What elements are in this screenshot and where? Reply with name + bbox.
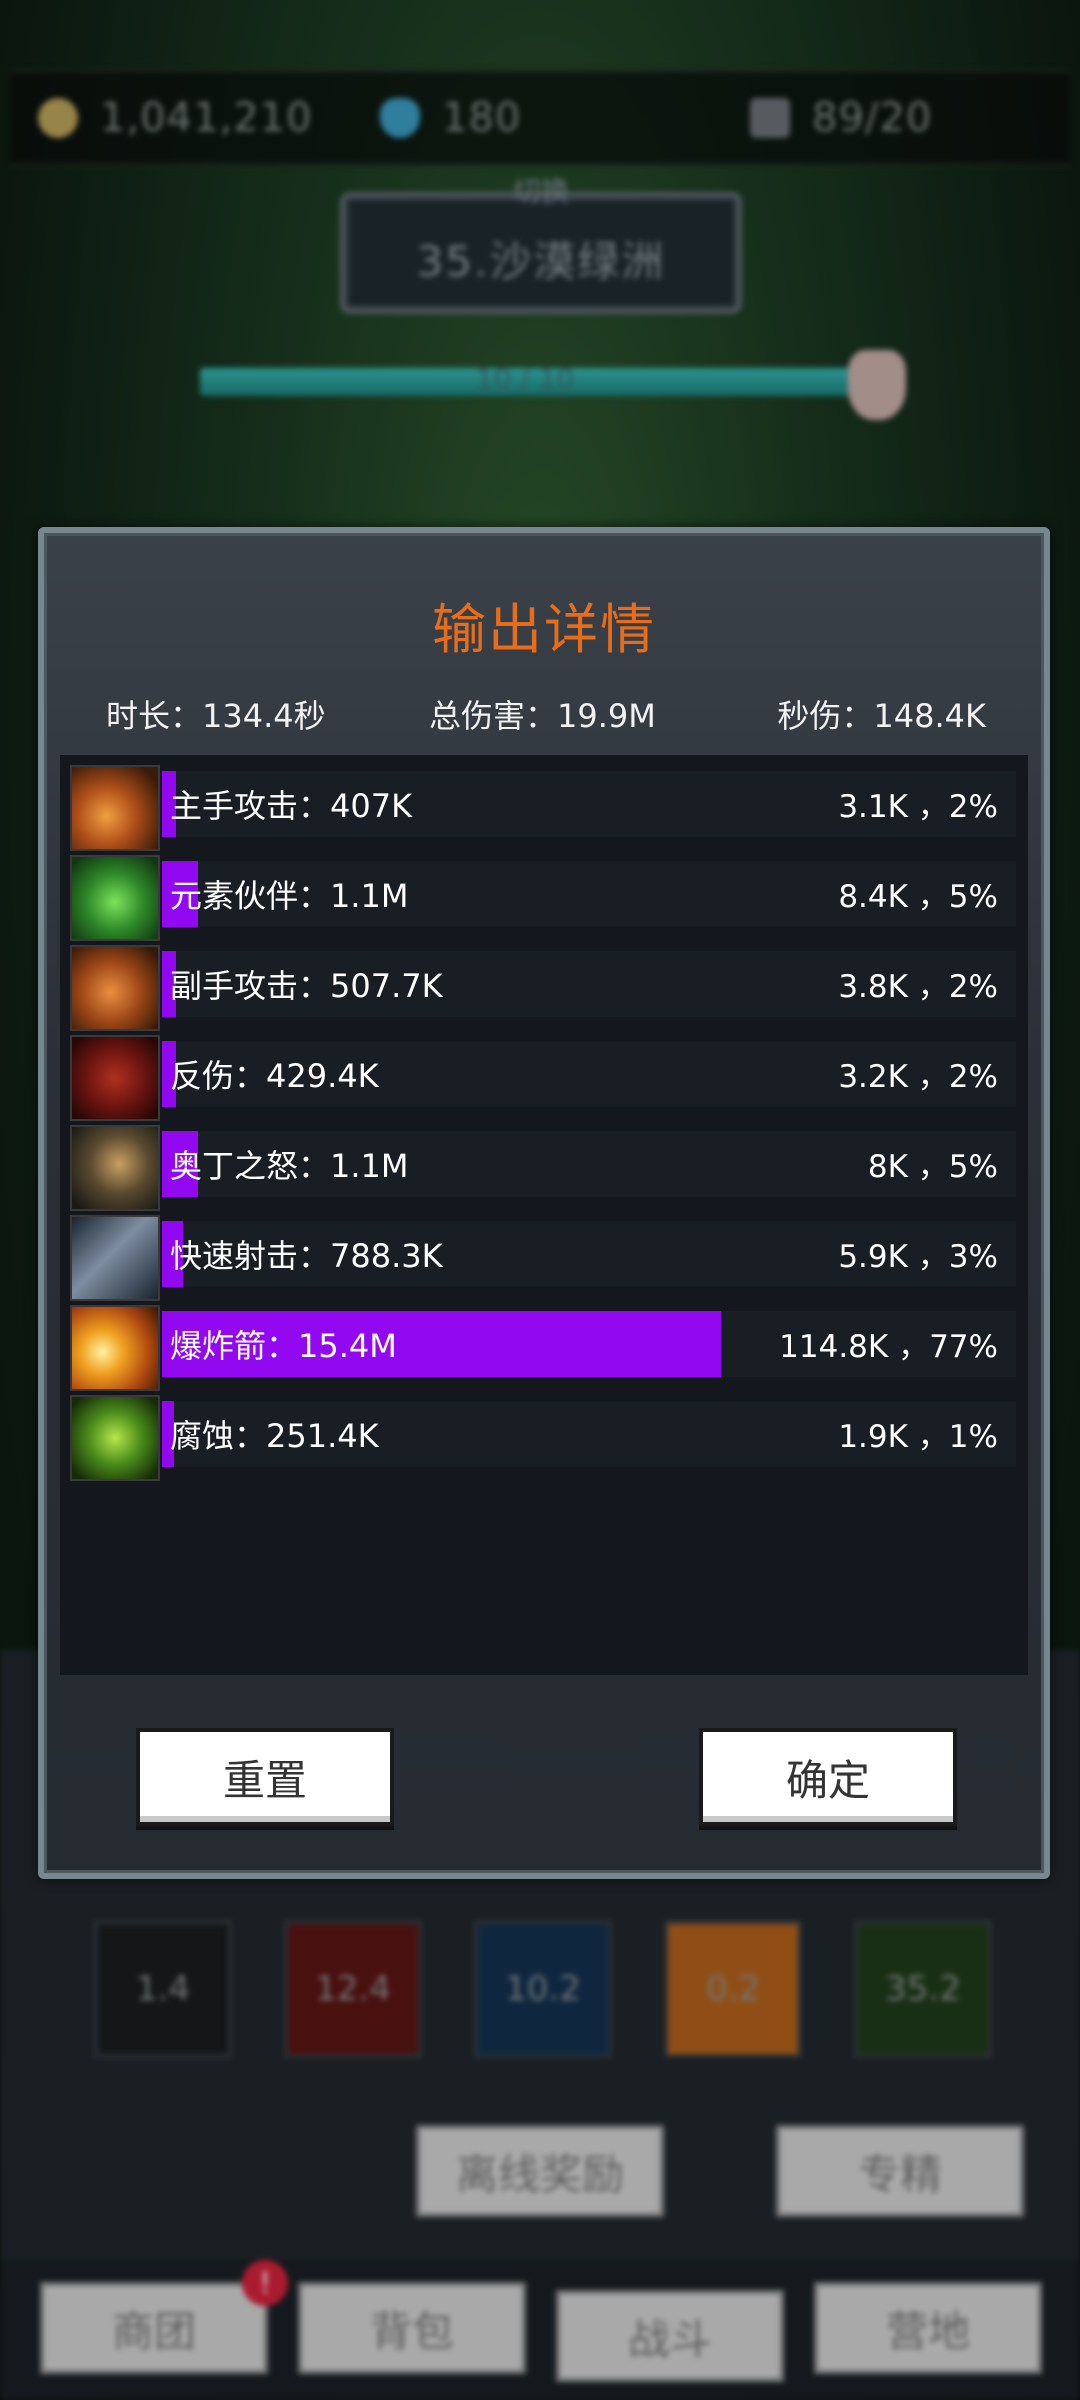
reset-button[interactable]: 重置 bbox=[136, 1728, 394, 1826]
total-damage-stat: 总伤害：19.9M bbox=[429, 691, 656, 741]
damage-row-name: 奥丁之怒：1.1M bbox=[170, 1147, 409, 1185]
damage-share-track: 元素伙伴：1.1M 8.4K ，5% bbox=[162, 861, 1016, 927]
damage-share-track: 腐蚀：251.4K 1.9K ，1% bbox=[162, 1401, 1016, 1467]
hammer-icon bbox=[70, 1125, 160, 1211]
damage-share-track: 副手攻击：507.7K 3.8K ，2% bbox=[162, 951, 1016, 1017]
total-damage-value: 19.9M bbox=[557, 697, 656, 735]
duration-stat: 时长：134.4秒 bbox=[106, 691, 326, 741]
game-screen: 1,041,210 180 89/20 切换 35.沙漠绿洲 10 / 10 1… bbox=[0, 0, 1080, 2400]
thorns-icon bbox=[70, 1035, 160, 1121]
dialog-title: 输出详情 bbox=[432, 598, 656, 661]
damage-row: 反伤：429.4K 3.2K ，2% bbox=[70, 1035, 1016, 1121]
damage-share-track: 爆炸箭：15.4M 114.8K ，77% bbox=[162, 1311, 1016, 1377]
total-damage-label: 总伤害： bbox=[429, 697, 558, 735]
explosive-arrow-icon bbox=[70, 1305, 160, 1391]
paw-icon bbox=[70, 855, 160, 941]
damage-row: 腐蚀：251.4K 1.9K ，1% bbox=[70, 1395, 1016, 1481]
damage-row-dps-share: 5.9K ，3% bbox=[838, 1239, 998, 1275]
confirm-button[interactable]: 确定 bbox=[699, 1728, 957, 1826]
damage-row-name: 副手攻击：507.7K bbox=[170, 967, 443, 1005]
damage-row-dps-share: 114.8K ，77% bbox=[779, 1329, 998, 1365]
damage-row: 副手攻击：507.7K 3.8K ，2% bbox=[70, 945, 1016, 1031]
damage-row-name: 腐蚀：251.4K bbox=[170, 1417, 379, 1455]
damage-row-name: 爆炸箭：15.4M bbox=[170, 1327, 397, 1365]
arrowhead-icon bbox=[70, 1215, 160, 1301]
skull-icon bbox=[70, 1395, 160, 1481]
offhand-sword-icon bbox=[70, 945, 160, 1031]
dps-value: 148.4K bbox=[873, 697, 986, 735]
sword-icon bbox=[70, 765, 160, 851]
duration-label: 时长： bbox=[106, 697, 203, 735]
damage-row: 主手攻击：407K 3.1K ，2% bbox=[70, 765, 1016, 851]
damage-row-dps-share: 8.4K ，5% bbox=[838, 879, 998, 915]
damage-row-name: 反伤：429.4K bbox=[170, 1057, 379, 1095]
dps-label: 秒伤： bbox=[777, 697, 874, 735]
damage-details-dialog: 输出详情 时长：134.4秒 总伤害：19.9M 秒伤：148.4K 主手攻击：… bbox=[38, 527, 1050, 1879]
damage-row: 奥丁之怒：1.1M 8K ，5% bbox=[70, 1125, 1016, 1211]
damage-row: 快速射击：788.3K 5.9K ，3% bbox=[70, 1215, 1016, 1301]
damage-row-dps-share: 3.8K ，2% bbox=[838, 969, 998, 1005]
damage-share-track: 快速射击：788.3K 5.9K ，3% bbox=[162, 1221, 1016, 1287]
damage-share-track: 反伤：429.4K 3.2K ，2% bbox=[162, 1041, 1016, 1107]
damage-row-dps-share: 8K ，5% bbox=[867, 1149, 998, 1185]
dps-stat: 秒伤：148.4K bbox=[777, 691, 986, 741]
damage-row-dps-share: 3.1K ，2% bbox=[838, 789, 998, 825]
damage-row: 元素伙伴：1.1M 8.4K ，5% bbox=[70, 855, 1016, 941]
duration-value: 134.4秒 bbox=[202, 697, 326, 735]
damage-row-name: 快速射击：788.3K bbox=[170, 1237, 443, 1275]
damage-row-name: 主手攻击：407K bbox=[170, 787, 413, 825]
damage-row-name: 元素伙伴：1.1M bbox=[170, 877, 409, 915]
damage-row-dps-share: 3.2K ，2% bbox=[838, 1059, 998, 1095]
damage-row-dps-share: 1.9K ，1% bbox=[838, 1419, 998, 1455]
damage-share-track: 主手攻击：407K 3.1K ，2% bbox=[162, 771, 1016, 837]
damage-share-track: 奥丁之怒：1.1M 8K ，5% bbox=[162, 1131, 1016, 1197]
damage-list[interactable]: 主手攻击：407K 3.1K ，2% 元素伙伴：1.1M 8.4K ，5% 副手攻击：5… bbox=[60, 755, 1028, 1675]
damage-row: 爆炸箭：15.4M 114.8K ，77% bbox=[70, 1305, 1016, 1391]
